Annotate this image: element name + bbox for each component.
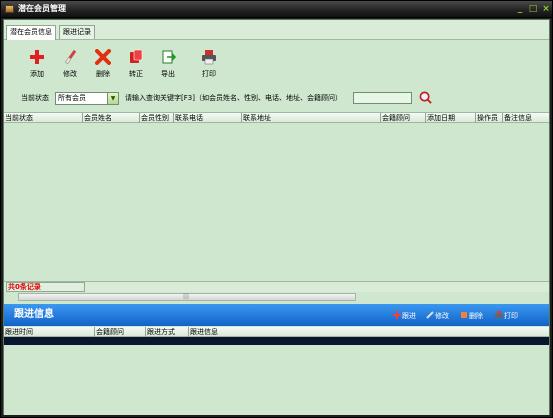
edit-label: 修改 [63,70,77,78]
grip-icon: ||| [183,293,190,300]
record-count: 共0条记录 [6,282,85,292]
tab-potential-members[interactable]: 潜在会员信息 [6,25,56,40]
follow-button[interactable]: 跟进 [393,311,416,321]
toolbar: 添加 修改 删除 转正 导出 打印 [4,41,549,87]
export-icon [162,50,176,64]
column-header[interactable]: 会员性别 [140,113,174,123]
chevron-down-icon[interactable]: ▼ [107,93,118,104]
search-icon[interactable] [419,91,432,104]
followup-title: 跟进信息 [14,309,54,320]
column-header[interactable]: 备注信息 [503,113,549,123]
print-icon [495,311,503,318]
column-header[interactable]: 会籍顾问 [381,113,426,123]
followup-table-body[interactable] [4,345,549,415]
export-label: 导出 [161,70,175,78]
followup-edit-button[interactable]: 修改 [426,311,449,321]
column-header[interactable]: 联系地址 [242,113,381,123]
delete-button[interactable]: 删除 [88,49,118,85]
app-icon [5,5,14,13]
close-button[interactable]: × [541,4,551,14]
maximize-button[interactable]: □ [528,4,538,14]
status-label: 当前状态 [21,94,49,102]
column-header[interactable]: 添加日期 [426,113,476,123]
convert-button[interactable]: 转正 [121,49,151,85]
scrollbar-thumb[interactable]: ||| [19,294,355,300]
window-title: 潜在会员管理 [18,4,66,13]
keyword-label: 请输入查询关键字[F3]（如会员姓名、性别、电话、地址、会籍顾问） [125,94,342,102]
edit-button[interactable]: 修改 [55,49,85,85]
content-area: 潜在会员信息 跟进记录 添加 修改 删除 转正 导出 打印 当前状态 所有会员 … [3,19,550,415]
status-select-value: 所有会员 [58,94,86,102]
followup-selected-row[interactable] [4,337,549,345]
followup-print-label: 打印 [504,312,518,320]
filter-bar: 当前状态 所有会员 ▼ 请输入查询关键字[F3]（如会员姓名、性别、电话、地址、… [4,90,549,108]
status-bar: 共0条记录 [4,281,549,292]
edit-icon [64,49,77,65]
convert-label: 转正 [129,70,143,78]
column-header[interactable]: 会籍顾问 [95,327,146,337]
add-button[interactable]: 添加 [22,49,52,85]
follow-label: 跟进 [402,312,416,320]
plus-icon [393,311,401,319]
add-icon [30,50,44,64]
column-header[interactable]: 联系电话 [174,113,242,123]
column-header[interactable]: 操作员 [476,113,503,123]
column-header[interactable]: 跟进信息 [189,327,549,337]
main-window: 潜在会员管理 _ □ × 潜在会员信息 跟进记录 添加 修改 删除 转正 导出 … [0,0,553,418]
column-header[interactable]: 跟进方式 [146,327,189,337]
column-header[interactable]: 会员姓名 [83,113,140,123]
delete-icon [95,49,111,65]
print-label: 打印 [202,70,216,78]
followup-delete-label: 删除 [469,312,483,320]
followup-panel-header: 跟进信息 跟进 修改 删除 打印 [4,304,549,326]
tab-follow-up-records[interactable]: 跟进记录 [59,25,95,39]
followup-delete-button[interactable]: 删除 [460,311,483,321]
title-bar[interactable]: 潜在会员管理 _ □ × [1,1,552,18]
tab-bar: 潜在会员信息 跟进记录 [4,20,549,40]
edit-icon [426,311,434,319]
export-button[interactable]: 导出 [153,49,183,85]
minimize-button[interactable]: _ [515,4,525,14]
add-label: 添加 [30,70,44,78]
followup-print-button[interactable]: 打印 [495,311,518,321]
member-table-body[interactable] [4,123,549,280]
print-button[interactable]: 打印 [194,49,224,85]
horizontal-scrollbar[interactable]: ||| [18,293,356,301]
delete-label: 删除 [96,70,110,78]
convert-icon [130,49,143,63]
print-icon [202,50,216,65]
followup-table-header: 跟进时间 会籍顾问 跟进方式 跟进信息 [4,327,549,337]
search-input[interactable] [353,92,412,104]
status-select[interactable]: 所有会员 ▼ [55,92,119,105]
column-header[interactable]: 当前状态 [4,113,83,123]
followup-edit-label: 修改 [435,312,449,320]
member-table-header: 当前状态 会员姓名 会员性别 联系电话 联系地址 会籍顾问 添加日期 操作员 备… [4,112,549,123]
delete-icon [461,312,467,318]
column-header[interactable]: 跟进时间 [4,327,95,337]
